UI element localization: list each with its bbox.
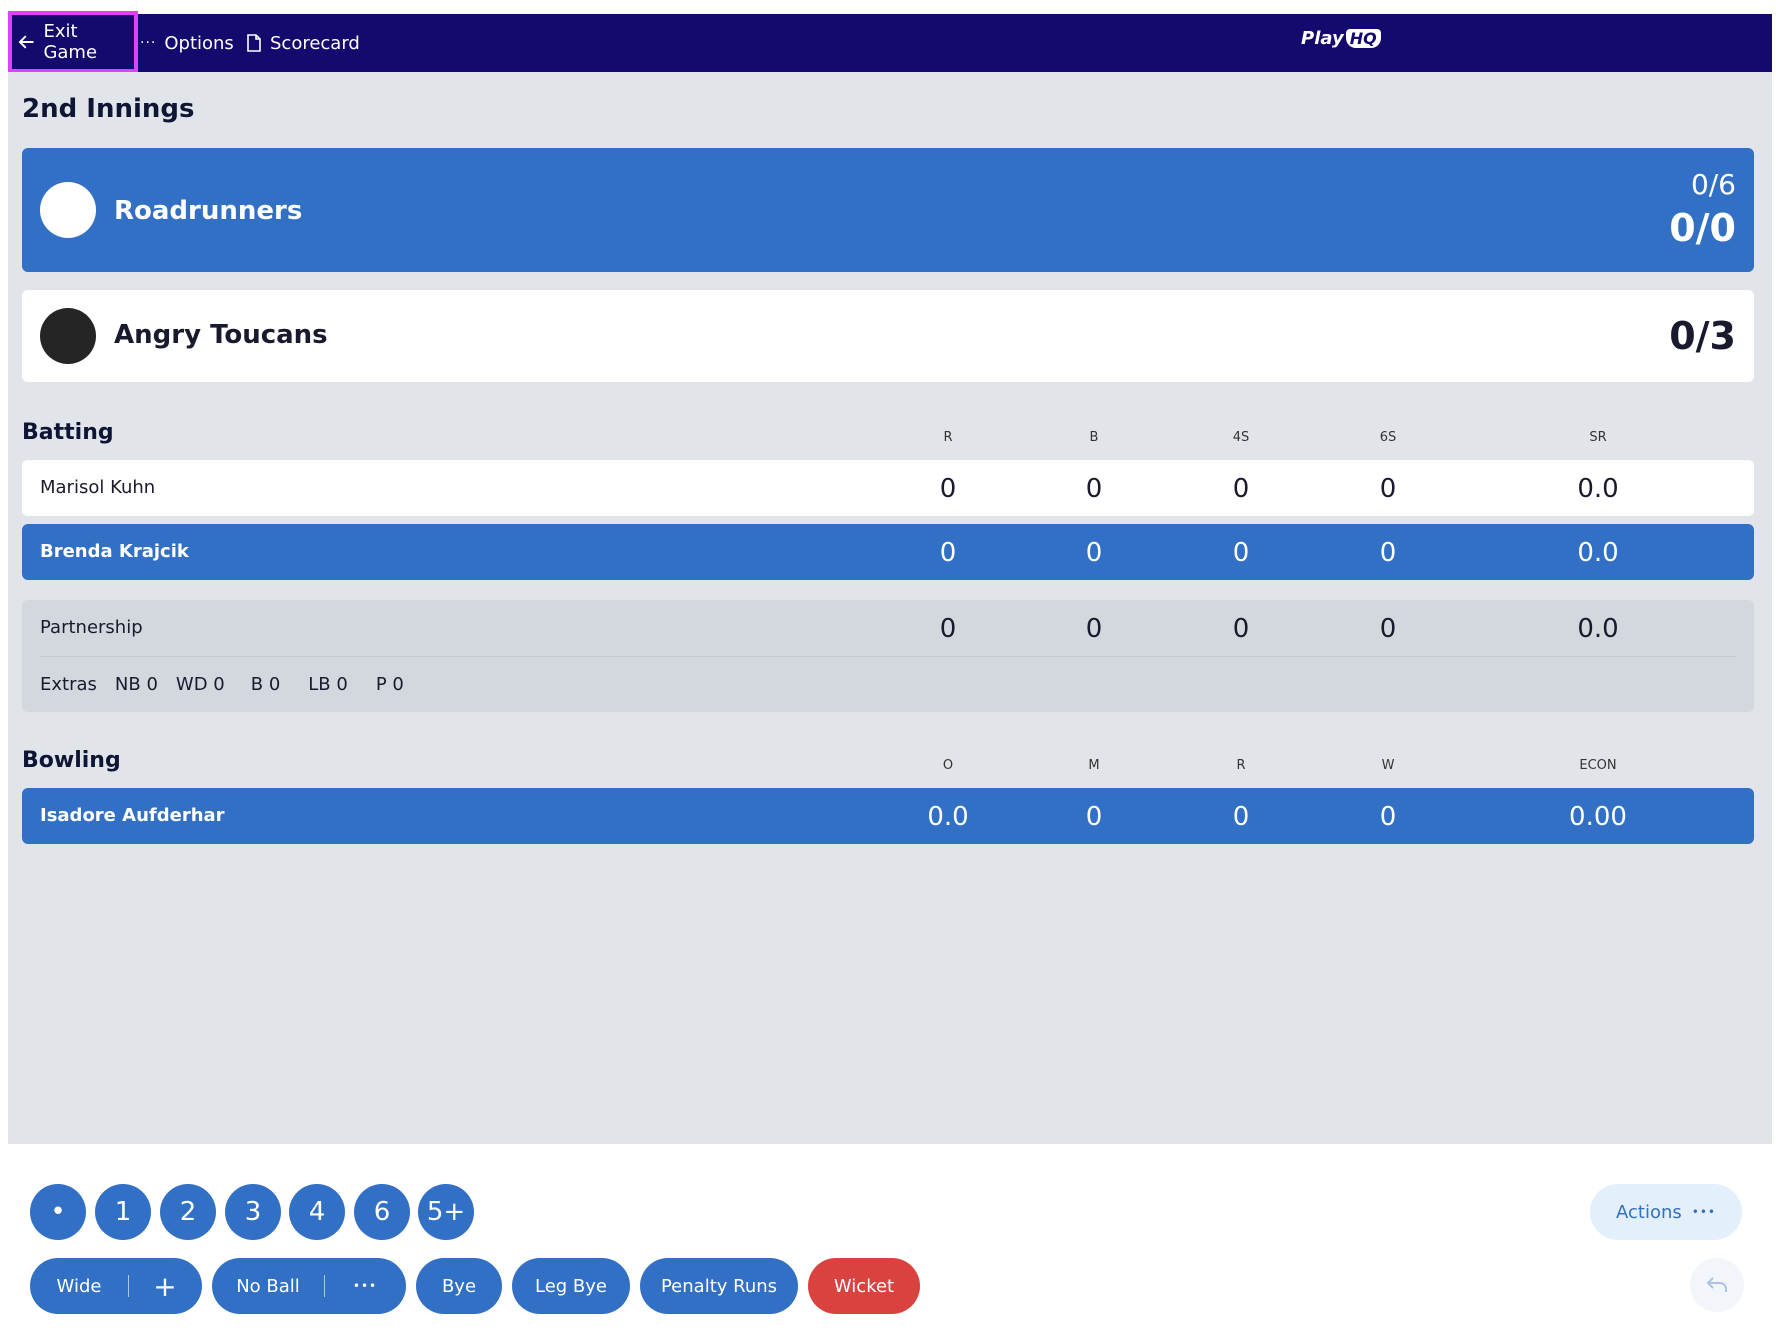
wide-button[interactable]: Wide (30, 1258, 128, 1314)
bowler-economy: 0.00 (1569, 802, 1627, 832)
bowling-col-runs: R (1236, 758, 1246, 773)
logo-badge: HQ (1345, 29, 1381, 48)
wicket-button[interactable]: Wicket (808, 1258, 920, 1314)
bowler-row[interactable]: Isadore Aufderhar 0.0 0 0 0 0.00 (22, 788, 1754, 844)
batter-sixes: 0 (1379, 538, 1397, 568)
divider (40, 656, 1736, 657)
batting-col-balls: B (1089, 430, 1099, 445)
batter-name: Marisol Kuhn (40, 477, 156, 498)
run-4-button[interactable]: 4 (289, 1184, 345, 1240)
penalty-runs-button[interactable]: Penalty Runs (640, 1258, 798, 1314)
team-card-bowling: Angry Toucans 0/3 (22, 290, 1754, 382)
team-name: Angry Toucans (114, 320, 328, 350)
wide-plus-button[interactable]: + (129, 1258, 201, 1314)
document-icon (247, 34, 261, 52)
batter-row[interactable]: Marisol Kuhn 0 0 0 0 0.0 (22, 460, 1754, 516)
team-name: Roadrunners (114, 196, 303, 226)
batter-sixes: 0 (1379, 474, 1397, 504)
team-logo (40, 308, 96, 364)
bowler-name: Isadore Aufderhar (40, 805, 225, 826)
batting-col-strike-rate: SR (1589, 430, 1607, 445)
batting-col-fours: 4S (1232, 430, 1250, 445)
extras-penalties: P 0 (375, 674, 404, 695)
extras-label: Extras (40, 674, 97, 695)
scorecard-label: Scorecard (270, 32, 360, 54)
team-overs: 0/6 (1690, 168, 1736, 201)
partnership-label: Partnership (40, 617, 143, 638)
batter-balls: 0 (1085, 538, 1103, 568)
partnership-balls: 0 (1085, 614, 1103, 644)
batter-name: Brenda Krajcik (40, 541, 189, 562)
playhq-logo: Play HQ (1301, 28, 1381, 49)
scorecard-button[interactable]: Scorecard (246, 14, 360, 72)
actions-button[interactable]: Actions ••• (1590, 1184, 1742, 1240)
dot-ball-button[interactable]: • (30, 1184, 86, 1240)
extras-byes: B 0 (250, 674, 281, 695)
run-2-button[interactable]: 2 (160, 1184, 216, 1240)
partnership-runs: 0 (939, 614, 957, 644)
extras-row: Extras NB 0 WD 0 B 0 LB 0 P 0 (40, 674, 404, 695)
exit-game-button[interactable]: Exit Game (8, 11, 138, 73)
undo-icon (1706, 1277, 1727, 1292)
logo-text: Play (1301, 28, 1344, 49)
bye-button[interactable]: Bye (416, 1258, 502, 1314)
run-5-plus-button[interactable]: 5+ (418, 1184, 474, 1240)
no-ball-more-button[interactable]: ••• (325, 1258, 405, 1314)
bowler-runs: 0 (1232, 802, 1250, 832)
exit-game-label: Exit Game (43, 21, 98, 63)
batter-strike-rate: 0.0 (1577, 538, 1619, 568)
partnership-panel: Partnership 0 0 0 0 0.0 Extras NB 0 WD 0… (22, 600, 1754, 712)
partnership-fours: 0 (1232, 614, 1250, 644)
batter-strike-rate: 0.0 (1577, 474, 1619, 504)
team-card-batting: Roadrunners 0/6 0/0 (22, 148, 1754, 272)
no-ball-button-group: No Ball ••• (212, 1258, 406, 1314)
partnership-sixes: 0 (1379, 614, 1397, 644)
batter-fours: 0 (1232, 474, 1250, 504)
run-1-button[interactable]: 1 (95, 1184, 151, 1240)
no-ball-button[interactable]: No Ball (212, 1258, 324, 1314)
extras-no-balls: NB 0 (114, 674, 158, 695)
batting-title: Batting (22, 420, 114, 445)
bowler-overs: 0.0 (927, 802, 969, 832)
partnership-strike-rate: 0.0 (1577, 614, 1619, 644)
undo-button[interactable] (1690, 1258, 1744, 1312)
innings-title: 2nd Innings (22, 94, 195, 124)
bowler-maidens: 0 (1085, 802, 1103, 832)
bowler-wickets: 0 (1379, 802, 1397, 832)
arrow-left-icon (18, 35, 34, 49)
more-horizontal-icon: ••• (1691, 1205, 1716, 1219)
batter-runs: 0 (939, 474, 957, 504)
batter-balls: 0 (1085, 474, 1103, 504)
main-panel: 2nd Innings Roadrunners 0/6 0/0 Angry To… (8, 72, 1772, 1144)
bowling-col-overs: O (942, 758, 954, 773)
top-bar: Exit Game ··· Options Scorecard Play HQ (8, 11, 1772, 73)
team-score: 0/0 (1669, 206, 1736, 250)
bowling-col-economy: ECON (1579, 758, 1617, 773)
options-button[interactable]: ··· Options (140, 14, 234, 72)
extras-wides: WD 0 (175, 674, 225, 695)
batter-runs: 0 (939, 538, 957, 568)
batter-row-on-strike[interactable]: Brenda Krajcik 0 0 0 0 0.0 (22, 524, 1754, 580)
extras-leg-byes: LB 0 (308, 674, 348, 695)
options-label: Options (164, 32, 234, 54)
bowling-col-wickets: W (1381, 758, 1395, 773)
batting-col-sixes: 6S (1379, 430, 1397, 445)
team-score: 0/3 (1669, 314, 1736, 358)
batter-fours: 0 (1232, 538, 1250, 568)
run-6-button[interactable]: 6 (354, 1184, 410, 1240)
more-horizontal-icon: ··· (140, 35, 157, 51)
run-3-button[interactable]: 3 (225, 1184, 281, 1240)
batting-col-runs: R (943, 430, 953, 445)
leg-bye-button[interactable]: Leg Bye (512, 1258, 630, 1314)
actions-label: Actions (1616, 1201, 1682, 1223)
bowling-title: Bowling (22, 748, 121, 773)
team-logo (40, 182, 96, 238)
bowling-col-maidens: M (1088, 758, 1100, 773)
wide-button-group: Wide + (30, 1258, 202, 1314)
